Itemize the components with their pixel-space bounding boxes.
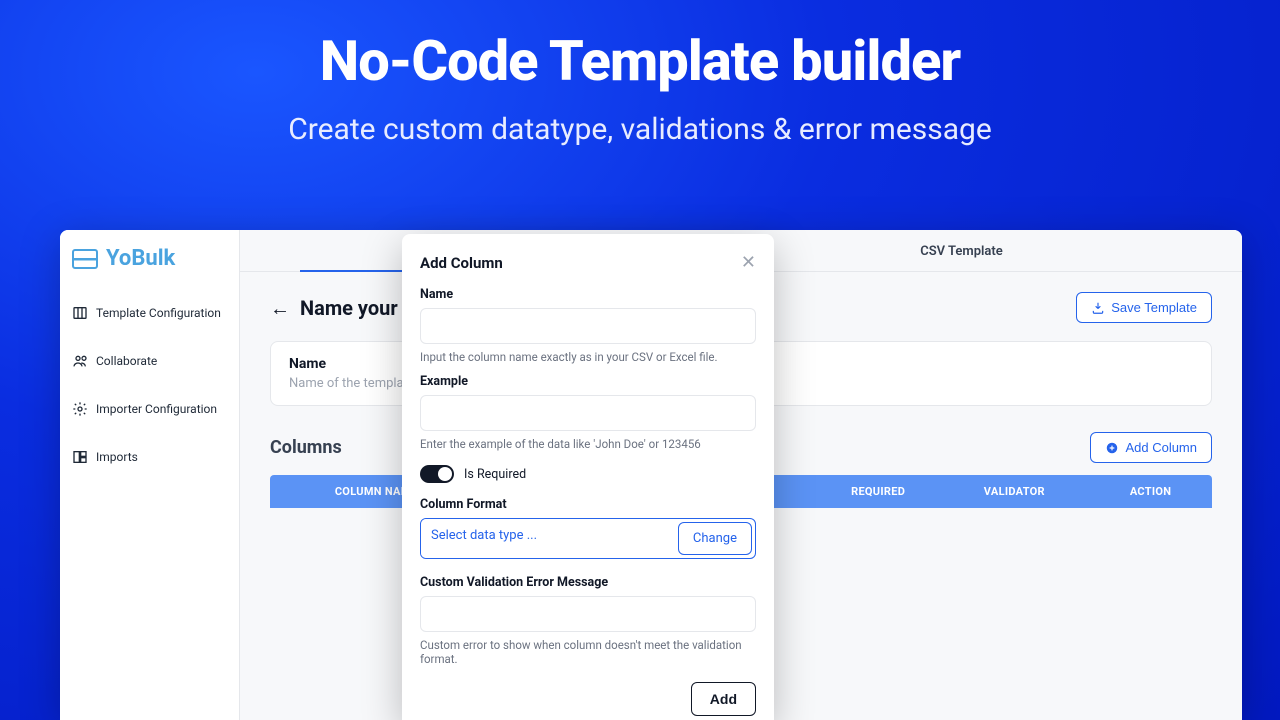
modal-format-label: Column Format	[420, 497, 756, 512]
add-column-modal: Add Column ✕ Name Input the column name …	[402, 234, 774, 720]
hero-subtitle: Create custom datatype, validations & er…	[40, 112, 1240, 147]
modal-error-help: Custom error to show when column doesn't…	[420, 638, 756, 666]
sidebar-item-collaborate[interactable]: Collaborate	[60, 337, 239, 385]
brand-name: YoBulk	[106, 246, 175, 271]
brand[interactable]: YoBulk	[60, 238, 239, 289]
sidebar: YoBulk Template Configuration Collaborat…	[60, 230, 240, 720]
th-action: ACTION	[1089, 475, 1212, 508]
save-template-button[interactable]: Save Template	[1076, 292, 1212, 323]
th-required: REQUIRED	[817, 475, 940, 508]
gear-icon	[72, 401, 88, 417]
sidebar-item-template-config[interactable]: Template Configuration	[60, 289, 239, 337]
modal-name-input[interactable]	[420, 308, 756, 344]
hero-title: No-Code Template builder	[40, 28, 1240, 94]
sidebar-item-label: Imports	[96, 450, 138, 464]
tab-csv-template[interactable]: CSV Template	[741, 230, 1182, 271]
modal-error-label: Custom Validation Error Message	[420, 575, 756, 590]
sidebar-item-label: Template Configuration	[96, 306, 221, 320]
modal-name-label: Name	[420, 287, 756, 302]
close-icon[interactable]: ✕	[741, 252, 756, 273]
sidebar-item-imports[interactable]: Imports	[60, 433, 239, 481]
is-required-toggle[interactable]	[420, 465, 454, 483]
modal-add-button[interactable]: Add	[691, 682, 756, 716]
save-template-label: Save Template	[1111, 300, 1197, 315]
columns-icon	[72, 305, 88, 321]
users-icon	[72, 353, 88, 369]
format-change-button[interactable]: Change	[678, 522, 752, 555]
layout-icon	[72, 449, 88, 465]
is-required-label: Is Required	[464, 467, 526, 482]
modal-name-help: Input the column name exactly as in your…	[420, 350, 756, 364]
brand-logo-icon	[72, 249, 98, 269]
sidebar-item-label: Importer Configuration	[96, 402, 217, 416]
format-selector: Select data type ... Change	[420, 518, 756, 559]
add-column-button[interactable]: Add Column	[1090, 432, 1212, 463]
modal-title: Add Column	[420, 254, 503, 272]
modal-error-input[interactable]	[420, 596, 756, 632]
download-icon	[1091, 301, 1105, 315]
hero-banner: No-Code Template builder Create custom d…	[0, 0, 1280, 165]
format-select-input[interactable]: Select data type ...	[421, 519, 675, 558]
columns-heading: Columns	[270, 437, 342, 458]
add-column-label: Add Column	[1125, 440, 1197, 455]
back-arrow-icon[interactable]: ←	[270, 298, 290, 318]
modal-example-help: Enter the example of the data like 'John…	[420, 437, 756, 451]
sidebar-item-label: Collaborate	[96, 354, 157, 368]
modal-example-input[interactable]	[420, 395, 756, 431]
modal-example-label: Example	[420, 374, 756, 389]
sidebar-item-importer-config[interactable]: Importer Configuration	[60, 385, 239, 433]
th-validator: VALIDATOR	[940, 475, 1090, 508]
plus-circle-icon	[1105, 441, 1119, 455]
